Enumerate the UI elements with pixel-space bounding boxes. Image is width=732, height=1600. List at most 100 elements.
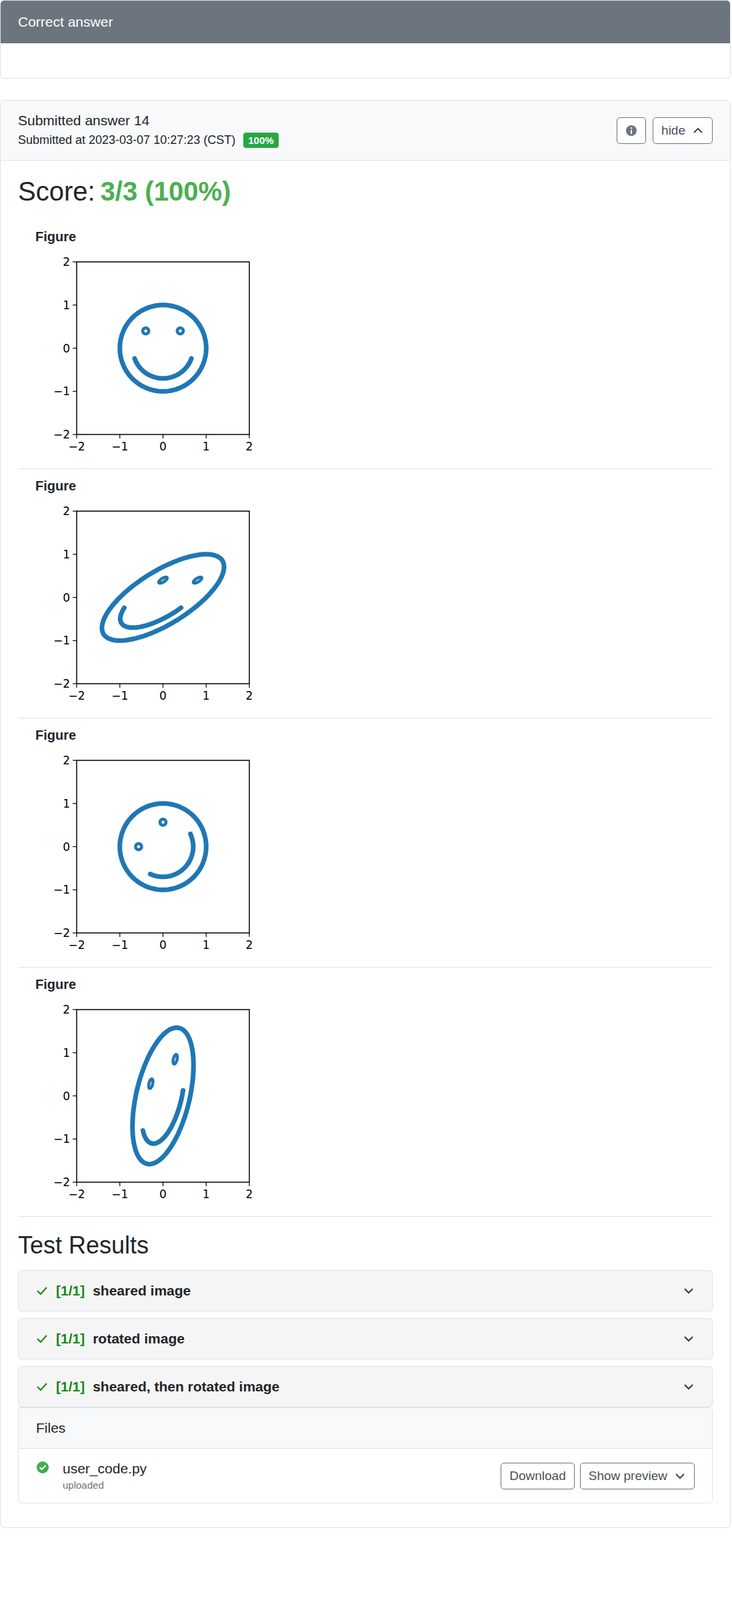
info-icon (625, 124, 638, 137)
x-tick-label: 1 (202, 689, 210, 703)
y-tick-label: −2 (53, 926, 70, 940)
x-tick-label: 0 (159, 938, 167, 952)
face-outline (120, 804, 206, 890)
x-tick-label: 2 (246, 689, 254, 703)
y-tick-label: 1 (62, 548, 70, 562)
files-panel: Files user_code.py uploaded DownloadShow pr… (18, 1408, 713, 1504)
x-tick-label: −2 (68, 689, 85, 703)
y-tick-label: 1 (62, 797, 70, 811)
chevron-icon (682, 1383, 695, 1392)
face-outline (102, 554, 224, 642)
info-button[interactable] (616, 117, 646, 144)
y-tick-label: 0 (62, 591, 70, 605)
chevron-icon (692, 126, 704, 135)
mouth (134, 358, 192, 379)
test-result-item[interactable]: [1/1]sheared, then rotated image (18, 1366, 713, 1408)
score-badge: 100% (243, 132, 278, 148)
y-tick-label: −1 (53, 883, 70, 897)
x-tick-label: −1 (111, 440, 128, 454)
test-result-item[interactable]: [1/1]sheared image (18, 1270, 713, 1312)
show-preview-button[interactable]: Show preview (580, 1463, 695, 1490)
figure: Figure −2 −1 0 1 2 −2 −1 0 1 2 (18, 718, 713, 968)
submission-header: Submitted answer 14 Submitted at 2023-03-… (0, 100, 730, 161)
eye (135, 844, 142, 850)
submission-title: Submitted answer 14 (18, 112, 279, 129)
eye (177, 328, 184, 334)
x-tick-label: 0 (159, 440, 167, 454)
figure-label: Figure (35, 229, 696, 245)
y-tick-label: 2 (62, 754, 70, 768)
figure: Figure −2 −1 0 1 2 −2 −1 0 1 2 (18, 220, 713, 470)
submitted-at: Submitted at 2023-03-07 10:27:23 (CST) (18, 133, 236, 148)
submission-card: Submitted answer 14 Submitted at 2023-03-… (0, 100, 731, 1529)
figure-plot: −2 −1 0 1 2 −2 −1 0 1 2 (35, 1002, 262, 1209)
check-icon (36, 1286, 48, 1296)
y-tick-label: 0 (62, 840, 70, 854)
figure: Figure −2 −1 0 1 2 −2 −1 0 1 2 (18, 469, 713, 719)
correct-answer-body (0, 43, 730, 78)
download-button[interactable]: Download (500, 1463, 575, 1490)
mouth (142, 1090, 183, 1144)
correct-answer-card: Correct answer (0, 0, 731, 79)
submission-body: Score:3/3 (100%)Figure−2−1012−2−1012Figu… (0, 160, 730, 1528)
figure-label: Figure (35, 977, 696, 993)
y-tick-label: 2 (62, 504, 70, 518)
y-tick-label: −1 (53, 634, 70, 648)
x-tick-label: 1 (202, 440, 210, 454)
y-tick-label: −1 (53, 1132, 70, 1146)
eye (173, 1054, 178, 1064)
y-tick-label: 0 (62, 342, 70, 356)
y-tick-label: −1 (53, 384, 70, 398)
eye (160, 819, 166, 826)
x-tick-label: 2 (246, 938, 254, 952)
y-tick-label: 2 (62, 255, 70, 269)
x-tick-label: 1 (202, 1188, 210, 1202)
chevron-icon (682, 1335, 695, 1344)
correct-answer-header: Correct answer (0, 0, 730, 44)
check-circle-icon (36, 1461, 50, 1475)
figure-plot: −2 −1 0 1 2 −2 −1 0 1 2 (35, 752, 262, 960)
file-name: user_code.py (62, 1461, 147, 1478)
hide-button[interactable]: hide (652, 117, 713, 144)
y-tick-label: 2 (62, 1003, 70, 1017)
figure-plot: −2 −1 0 1 2 −2 −1 0 1 2 (35, 254, 262, 461)
x-tick-label: 1 (202, 938, 210, 952)
check-icon (36, 1334, 48, 1344)
mouth (150, 834, 193, 878)
eye (158, 577, 168, 584)
face-outline (132, 1028, 194, 1165)
file-status: uploaded (62, 1480, 147, 1492)
page: Correct answerSubmitted answer 14Submitt… (0, 0, 732, 1549)
x-tick-label: 0 (159, 689, 167, 703)
check-icon (36, 1382, 48, 1392)
y-tick-label: −2 (53, 1176, 70, 1190)
eye (193, 577, 202, 584)
figure-label: Figure (35, 728, 696, 744)
x-tick-label: −2 (68, 1188, 85, 1202)
chevron-icon (674, 1472, 686, 1481)
files-title: Files (18, 1408, 712, 1450)
eye (148, 1079, 153, 1089)
mouth (120, 608, 181, 628)
figure-label: Figure (35, 478, 696, 494)
figure-plot: −2 −1 0 1 2 −2 −1 0 1 2 (35, 503, 262, 710)
y-tick-label: 1 (62, 298, 70, 312)
x-tick-label: −1 (111, 938, 128, 952)
score-heading: Score:3/3 (100%) (18, 176, 713, 207)
y-tick-label: −2 (53, 428, 70, 442)
test-result-item[interactable]: [1/1]rotated image (18, 1318, 713, 1360)
y-tick-label: 1 (62, 1046, 70, 1060)
x-tick-label: −1 (111, 689, 128, 703)
face-outline (120, 305, 206, 392)
x-tick-label: −2 (68, 440, 85, 454)
y-tick-label: −2 (53, 677, 70, 691)
x-tick-label: −2 (68, 938, 85, 952)
x-tick-label: 2 (246, 1188, 254, 1202)
x-tick-label: 0 (159, 1188, 167, 1202)
x-tick-label: −1 (111, 1188, 128, 1202)
y-tick-label: 0 (62, 1090, 70, 1104)
x-tick-label: 2 (246, 440, 254, 454)
eye (142, 328, 149, 334)
chevron-icon (682, 1287, 695, 1296)
figure: Figure −2 −1 0 1 2 −2 −1 0 1 2 (18, 968, 713, 1218)
